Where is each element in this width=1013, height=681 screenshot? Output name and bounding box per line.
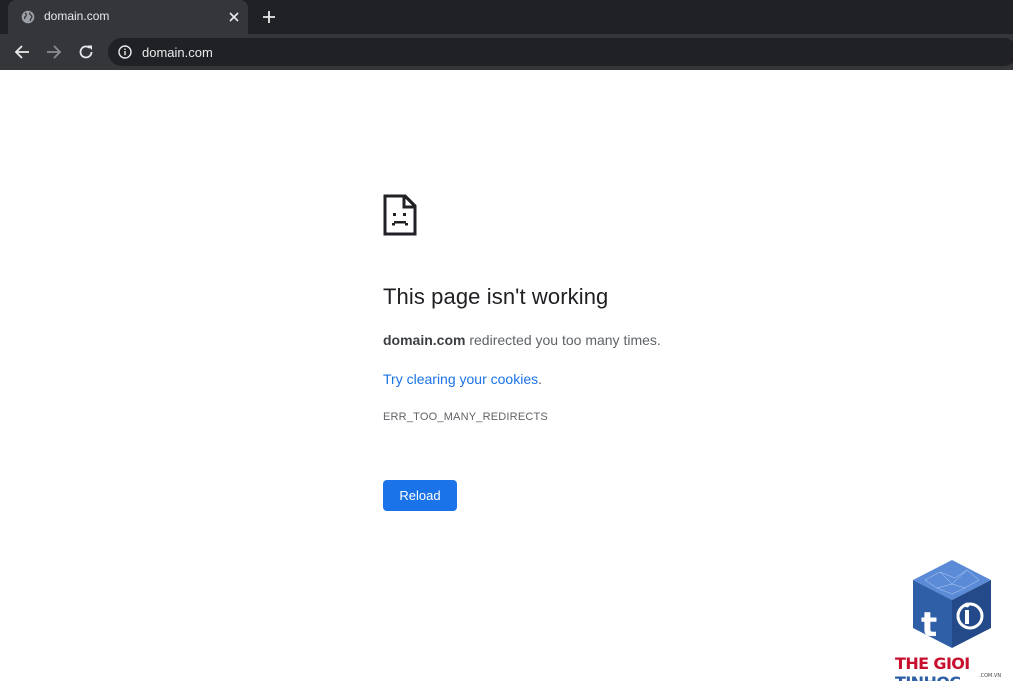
error-description: domain.com redirected you too many times… [383, 332, 661, 348]
arrow-left-icon[interactable] [12, 42, 32, 62]
address-bar[interactable]: domain.com [108, 38, 1013, 66]
svg-text:t: t [921, 605, 937, 645]
tab-title: domain.com [44, 9, 110, 23]
brand-part2: TINHOC [895, 673, 961, 681]
clear-cookies-link[interactable]: clearing your cookies [407, 371, 539, 387]
plus-icon[interactable] [260, 8, 278, 26]
globe-icon [21, 10, 35, 24]
page-content: This page isn't working domain.com redir… [0, 70, 1013, 681]
reload-button[interactable]: Reload [383, 480, 457, 511]
error-domain: domain.com [383, 332, 466, 348]
tab-strip: domain.com [0, 0, 1013, 34]
error-message: redirected you too many times. [465, 332, 661, 348]
tab-domain[interactable]: domain.com [8, 0, 248, 34]
arrow-right-icon[interactable] [44, 42, 64, 62]
reload-icon[interactable] [76, 42, 96, 62]
suggestion-suffix: . [538, 371, 542, 387]
brand-part1: THE GIOI [895, 654, 970, 673]
error-code: ERR_TOO_MANY_REDIRECTS [383, 411, 548, 423]
suggestion-prefix[interactable]: Try [383, 371, 407, 387]
suggestion: Try clearing your cookies. [383, 371, 542, 387]
info-icon[interactable] [118, 45, 132, 59]
url-text[interactable]: domain.com [142, 45, 213, 60]
toolbar: domain.com [0, 34, 1013, 70]
watermark-domain-suffix: .COM.VN [979, 673, 1002, 679]
error-title: This page isn't working [383, 284, 609, 309]
sad-page-icon [383, 194, 417, 236]
close-icon[interactable] [226, 9, 242, 25]
